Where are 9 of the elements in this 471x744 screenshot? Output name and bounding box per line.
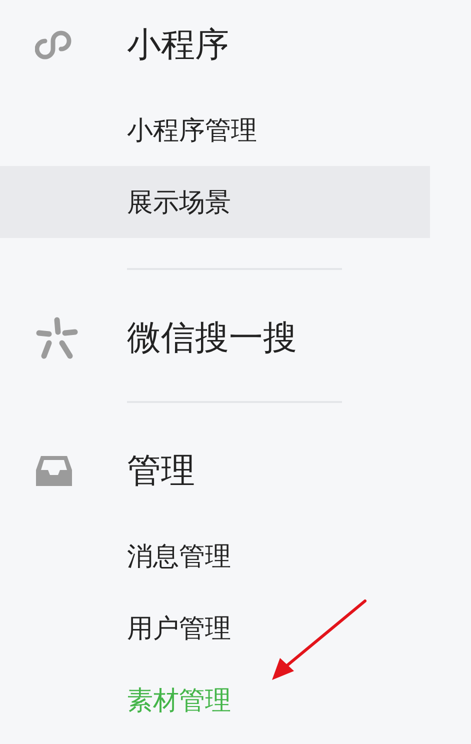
section-title[interactable]: 微信搜一搜	[127, 315, 297, 361]
menu-item[interactable]: 展示场景	[0, 166, 430, 238]
burst-icon	[35, 316, 79, 360]
section-title[interactable]: 小程序	[127, 22, 229, 68]
menu-item[interactable]: 小程序管理	[0, 94, 430, 166]
menu-item[interactable]: 消息管理	[0, 520, 430, 592]
section-title[interactable]: 管理	[127, 448, 195, 494]
menu-item[interactable]: 用户管理	[0, 592, 430, 664]
inbox-icon	[35, 454, 73, 488]
